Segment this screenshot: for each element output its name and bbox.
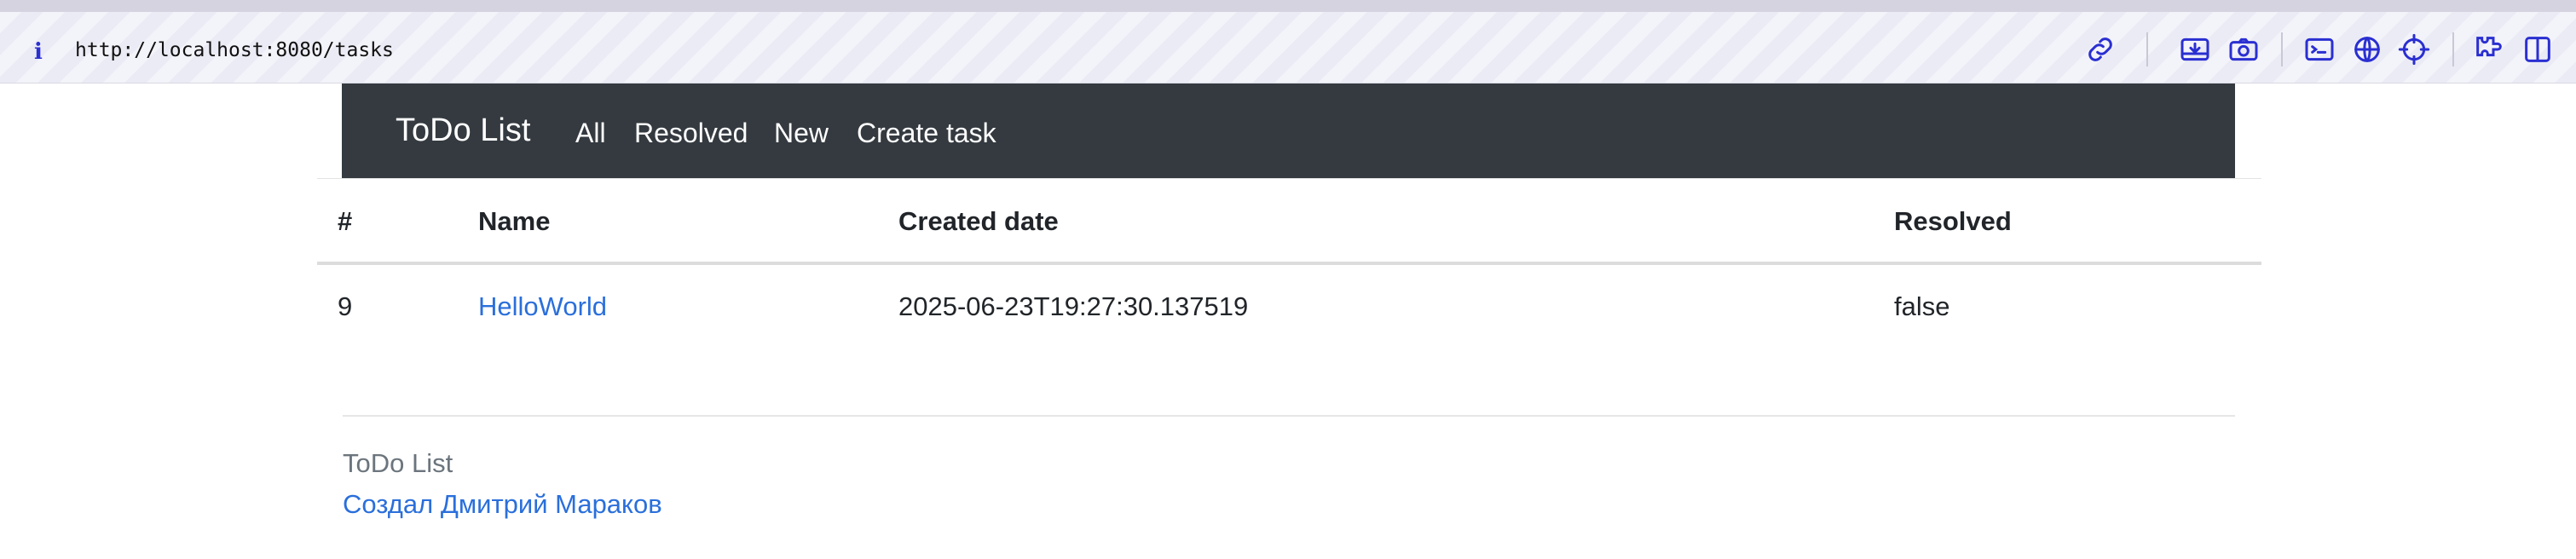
footer-divider	[343, 415, 2235, 417]
camera-icon[interactable]	[2227, 32, 2261, 66]
task-name-link[interactable]: HelloWorld	[478, 291, 607, 322]
globe-icon[interactable]	[2350, 32, 2384, 66]
toolbar-separator	[2146, 32, 2148, 66]
footer-author-link[interactable]: Создал Дмитрий Мараков	[343, 489, 662, 520]
nav-link-create-task[interactable]: Create task	[857, 118, 996, 149]
column-header-name: Name	[478, 206, 551, 236]
column-header-resolved: Resolved	[1894, 206, 2012, 236]
sidebar-icon[interactable]	[2521, 32, 2555, 66]
address-bar[interactable]: http://localhost:8080/tasks	[75, 39, 394, 61]
table-header-divider	[317, 262, 2261, 265]
nav-link-new[interactable]: New	[774, 118, 829, 149]
toolbar-separator	[2452, 32, 2454, 66]
download-icon[interactable]	[2178, 32, 2212, 66]
nav-link-all[interactable]: All	[575, 118, 606, 149]
nav-link-resolved[interactable]: Resolved	[634, 118, 748, 149]
crosshair-icon[interactable]	[2397, 32, 2431, 66]
column-header-created-date: Created date	[898, 206, 1059, 236]
extensions-icon[interactable]	[2472, 32, 2506, 66]
footer-title: ToDo List	[343, 448, 453, 478]
navbar: ToDo List All Resolved New Create task	[342, 84, 2235, 178]
info-icon[interactable]: i	[34, 39, 43, 65]
task-id: 9	[338, 291, 353, 321]
terminal-icon[interactable]	[2302, 32, 2336, 66]
column-header-id: #	[338, 206, 353, 236]
browser-toolbar: i http://localhost:8080/tasks	[0, 0, 2576, 84]
task-created-date: 2025-06-23T19:27:30.137519	[898, 291, 1249, 321]
link-icon[interactable]	[2083, 32, 2117, 66]
table-top-border	[317, 178, 2261, 179]
task-resolved-status: false	[1894, 291, 1950, 321]
navbar-brand[interactable]: ToDo List	[396, 112, 530, 149]
toolbar-separator	[2281, 32, 2283, 66]
